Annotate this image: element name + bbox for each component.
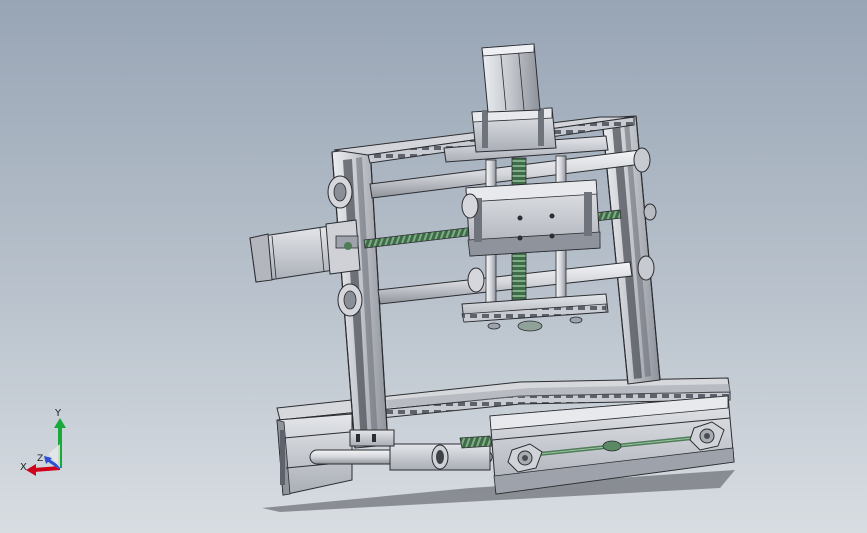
axis-triad: Y X Z — [18, 408, 78, 480]
x-axis-label: X — [20, 462, 27, 473]
z-axis-label: Z — [37, 454, 44, 464]
triad-graphic — [26, 418, 66, 476]
y-axis-label: Y — [55, 408, 62, 419]
x-axis-arrow — [33, 466, 61, 472]
cnc-machine-model[interactable] — [0, 0, 867, 533]
3d-viewport[interactable]: Y X Z — [0, 0, 867, 533]
z-axis-stepper-motor[interactable] — [471, 43, 557, 153]
left-upright-base-bracket — [349, 429, 395, 447]
x-axis-stepper-motor[interactable] — [249, 219, 361, 283]
